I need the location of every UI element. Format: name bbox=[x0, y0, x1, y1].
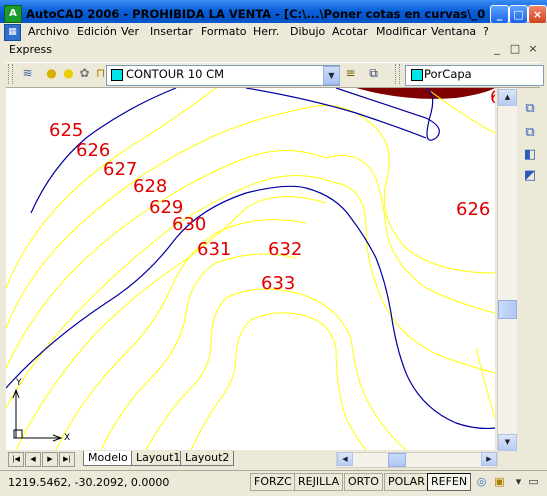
contour-line bbox=[190, 312, 337, 450]
menu-acotar[interactable]: Acotar bbox=[332, 25, 368, 38]
offset-object-icon[interactable]: ◧ bbox=[521, 146, 539, 164]
prev-tab-button[interactable]: ◀ bbox=[25, 452, 41, 467]
scroll-right-button[interactable]: ▶ bbox=[481, 452, 497, 466]
contour-label: 631 bbox=[197, 239, 232, 260]
toggle-forzc[interactable]: FORZC bbox=[250, 473, 296, 491]
coordinate-readout: 1219.5462, -30.2092, 0.0000 bbox=[8, 476, 170, 489]
status-menu-icon[interactable]: ▾ bbox=[511, 474, 526, 489]
vertical-scrollbar[interactable] bbox=[497, 88, 517, 450]
maximize-button[interactable]: □ bbox=[509, 5, 528, 24]
scroll-up-button[interactable]: ▲ bbox=[498, 89, 517, 106]
clean-screen-icon[interactable]: ▭ bbox=[526, 474, 541, 489]
menu-formato[interactable]: Formato bbox=[201, 25, 247, 38]
array-object-icon[interactable]: ◩ bbox=[521, 167, 539, 185]
last-tab-button[interactable]: ▶| bbox=[59, 452, 75, 467]
major-contour-line bbox=[305, 187, 495, 430]
tab-modelo[interactable]: Modelo bbox=[83, 451, 133, 466]
menu-ventana[interactable]: Ventana bbox=[431, 25, 476, 38]
contour-line bbox=[350, 337, 407, 450]
document-menu-icon[interactable]: ▦ bbox=[4, 24, 21, 41]
sun-icon[interactable]: ● bbox=[61, 66, 76, 81]
horizontal-scroll-thumb[interactable] bbox=[388, 453, 406, 467]
color-swatch bbox=[411, 69, 423, 81]
ucs-icon bbox=[12, 388, 63, 442]
menu-dibujo[interactable]: Dibujo bbox=[290, 25, 325, 38]
menu-edicion[interactable]: Edición bbox=[77, 25, 117, 38]
ucs-y-label: Y bbox=[16, 378, 22, 388]
toggle-orto[interactable]: ORTO bbox=[344, 473, 383, 491]
scroll-down-button[interactable]: ▼ bbox=[498, 434, 517, 451]
current-layer-name: CONTOUR 10 CM bbox=[126, 67, 225, 81]
doc-close-button[interactable]: × bbox=[526, 42, 540, 56]
contour-line bbox=[15, 196, 327, 450]
toolbar-grip[interactable] bbox=[8, 64, 13, 84]
toolbar-grip-2[interactable] bbox=[395, 64, 400, 84]
contour-label: 633 bbox=[261, 273, 296, 294]
doc-minimize-button[interactable]: _ bbox=[490, 42, 504, 56]
contour-line bbox=[6, 88, 217, 289]
contour-label: 625 bbox=[49, 120, 84, 141]
menu-archivo[interactable]: Archivo bbox=[28, 25, 69, 38]
contour-label: 630 bbox=[172, 214, 207, 235]
contour-line bbox=[475, 347, 495, 419]
autocad-app-icon[interactable]: A bbox=[4, 5, 22, 23]
make-current-icon[interactable]: ≡ bbox=[343, 66, 358, 81]
vertical-scroll-thumb[interactable] bbox=[498, 300, 517, 319]
contour-line bbox=[325, 155, 495, 314]
drawing-canvas[interactable]: 625 626 627 628 629 630 631 632 633 626 … bbox=[6, 88, 495, 450]
layer-color-swatch bbox=[111, 69, 123, 81]
menu-ver[interactable]: Ver bbox=[121, 25, 139, 38]
toggle-polar[interactable]: POLAR bbox=[384, 473, 429, 491]
menu-modificar[interactable]: Modificar bbox=[376, 25, 427, 38]
freeze-viewport-icon[interactable]: ✿ bbox=[77, 66, 92, 81]
copy-object-icon[interactable]: ⧉ bbox=[521, 100, 539, 118]
menu-insertar[interactable]: Insertar bbox=[150, 25, 193, 38]
layer-manager-icon[interactable]: ≋ bbox=[20, 66, 35, 81]
hill-fill bbox=[356, 88, 495, 99]
toggle-refen[interactable]: REFEN bbox=[427, 473, 472, 491]
next-tab-button[interactable]: ▶ bbox=[42, 452, 58, 467]
toolbar-lock-icon[interactable]: ▣ bbox=[492, 474, 507, 489]
menu-express[interactable]: Express bbox=[9, 43, 52, 56]
scroll-left-button[interactable]: ◀ bbox=[337, 452, 353, 466]
window-title: AutoCAD 2006 - PROHIBIDA LA VENTA - [C:\… bbox=[26, 7, 486, 21]
close-button[interactable]: × bbox=[528, 5, 547, 24]
minimize-button[interactable]: _ bbox=[490, 5, 509, 24]
ucs-x-label: X bbox=[64, 433, 71, 443]
chevron-down-icon[interactable]: ▼ bbox=[323, 66, 340, 85]
toggle-rejilla[interactable]: REJILLA bbox=[294, 473, 344, 491]
layer-previous-icon[interactable]: ⧉ bbox=[366, 66, 381, 81]
tab-layout1[interactable]: Layout1 bbox=[131, 451, 186, 466]
contour-label: 626 bbox=[456, 199, 491, 220]
communication-center-icon[interactable]: ◎ bbox=[474, 474, 489, 489]
lightbulb-icon[interactable]: ● bbox=[44, 66, 59, 81]
first-tab-button[interactable]: |◀ bbox=[8, 452, 24, 467]
contour-label: 632 bbox=[268, 239, 303, 260]
contour-label: 626 bbox=[76, 140, 111, 161]
menu-help[interactable]: ? bbox=[483, 25, 489, 38]
tab-layout2[interactable]: Layout2 bbox=[180, 451, 235, 466]
contour-label: 628 bbox=[133, 176, 168, 197]
horizontal-scrollbar[interactable] bbox=[336, 452, 498, 468]
contour-label: 6 bbox=[490, 89, 495, 107]
mirror-object-icon[interactable]: ⧉ bbox=[521, 124, 539, 142]
contour-line bbox=[305, 105, 495, 274]
color-control-value: PorCapa bbox=[424, 67, 472, 81]
menu-herr[interactable]: Herr. bbox=[253, 25, 279, 38]
doc-restore-button[interactable]: □ bbox=[508, 42, 522, 56]
contour-line bbox=[145, 288, 352, 450]
contour-line bbox=[335, 347, 367, 450]
